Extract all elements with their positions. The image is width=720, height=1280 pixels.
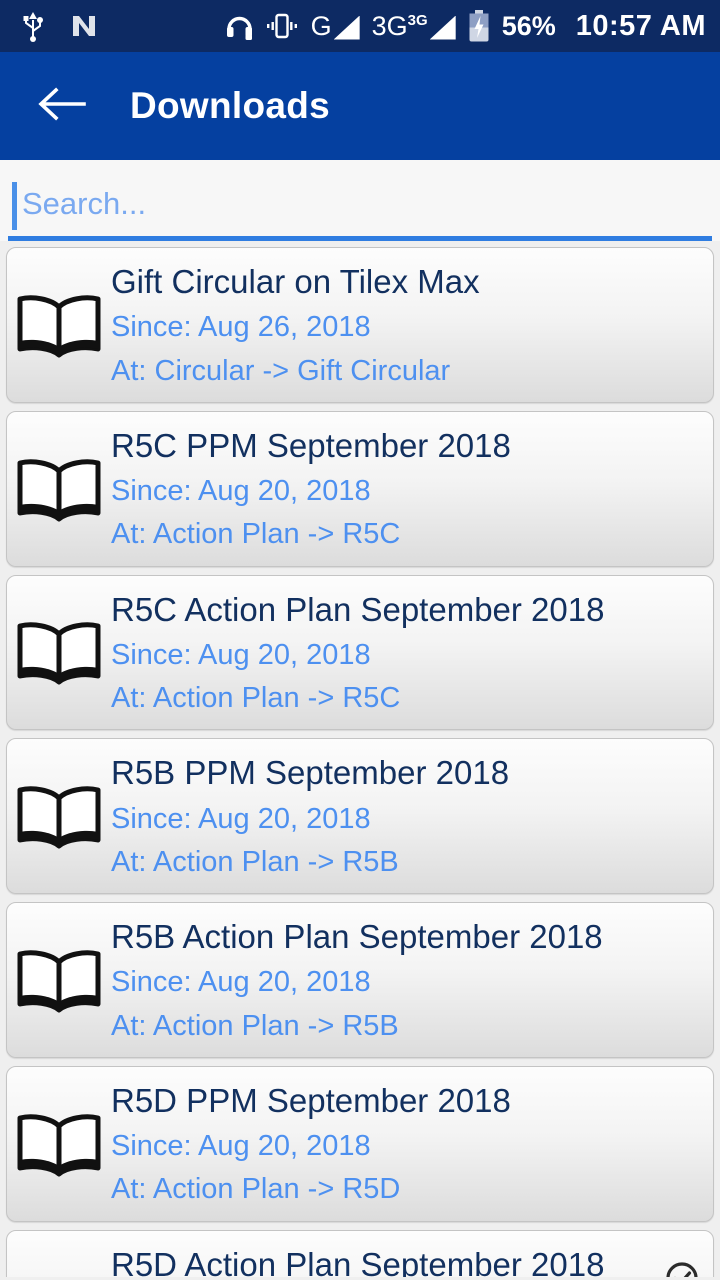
list-item[interactable]: R5B Action Plan September 2018 Since: Au… [6,902,714,1058]
list-item-path: At: Action Plan -> R5B [111,845,399,878]
battery-percent-label: 56% [501,10,556,41]
list-item-body: R5B Action Plan September 2018 Since: Au… [111,913,699,1045]
list-item-path: At: Action Plan -> R5C [111,518,401,551]
search-bar [0,160,720,241]
status-bar-clock: 10:57 AM [575,9,706,42]
list-item-body: Gift Circular on Tilex Max Since: Aug 26… [111,258,699,390]
list-item[interactable]: R5D Action Plan September 2018 Since: Au… [6,1229,714,1277]
downloads-list[interactable]: Gift Circular on Tilex Max Since: Aug 26… [0,241,720,1277]
list-item-title: R5B PPM September 2018 [111,754,510,792]
list-item[interactable]: R5C PPM September 2018 Since: Aug 20, 20… [6,410,714,567]
open-book-icon [7,1270,111,1277]
list-item-path: At: Circular -> Gift Circular [111,354,451,387]
list-item-body: R5B PPM September 2018 Since: Aug 20, 20… [111,749,699,881]
open-book-icon [7,614,111,688]
search-row [8,176,712,238]
text-caret [12,182,17,230]
list-item-since: Since: Aug 20, 2018 [111,1130,371,1163]
list-item-title: R5C Action Plan September 2018 [111,590,605,628]
list-item-body: R5D Action Plan September 2018 Since: Au… [111,1241,699,1277]
list-item-title: Gift Circular on Tilex Max [111,263,480,300]
usb-icon [22,10,44,42]
list-item-since: Since: Aug 20, 2018 [111,475,371,508]
list-item-path: At: Action Plan -> R5C [111,682,401,715]
list-item[interactable]: R5B PPM September 2018 Since: Aug 20, 20… [6,738,714,895]
network-indicator-g: G [310,10,360,41]
list-item-since: Since: Aug 26, 2018 [111,311,371,344]
list-item-body: R5C PPM September 2018 Since: Aug 20, 20… [111,422,699,554]
headset-icon [226,11,253,41]
network-label-g: G [310,10,332,41]
list-item-title: R5C PPM September 2018 [111,426,511,464]
list-item-since: Since: Aug 20, 2018 [111,638,371,671]
android-n-icon [70,12,98,40]
list-item-title: R5D PPM September 2018 [111,1081,511,1119]
network-indicator-3g: 3G3G [371,10,456,41]
status-bar-left-icons [22,10,98,42]
arrow-left-icon [38,86,86,127]
signal-bars-icon [429,15,456,40]
page-title: Downloads [130,85,331,126]
list-item-since: Since: Aug 20, 2018 [111,802,371,835]
list-item-path: At: Action Plan -> R5D [111,1173,401,1206]
list-item-title: R5D Action Plan September 2018 [111,1245,605,1277]
status-bar-right-icons: G 3G3G 56% 10:57 AM [226,10,706,43]
battery-charging-icon [468,10,490,42]
open-book-icon [7,942,111,1016]
open-book-icon [7,778,111,852]
list-item[interactable]: Gift Circular on Tilex Max Since: Aug 26… [6,247,714,403]
list-item-since: Since: Aug 20, 2018 [111,966,371,999]
list-item-body: R5C Action Plan September 2018 Since: Au… [111,586,699,718]
open-book-icon [7,451,111,525]
app-bar: Downloads [0,52,720,160]
open-book-icon [7,287,111,361]
list-item[interactable]: R5D PPM September 2018 Since: Aug 20, 20… [6,1065,714,1222]
open-book-icon [7,1106,111,1180]
status-bar: G 3G3G 56% 10:57 AM [0,0,720,52]
signal-bars-icon [333,15,360,40]
vibrate-icon [265,12,299,40]
network-label-3g: 3G3G [371,10,428,41]
back-button[interactable] [32,76,92,136]
check-circle-icon[interactable] [665,1261,699,1277]
list-item[interactable]: R5C Action Plan September 2018 Since: Au… [6,574,714,731]
list-item-title: R5B Action Plan September 2018 [111,918,603,956]
list-item-path: At: Action Plan -> R5B [111,1009,399,1042]
list-item-body: R5D PPM September 2018 Since: Aug 20, 20… [111,1077,699,1209]
search-input[interactable] [8,176,712,232]
